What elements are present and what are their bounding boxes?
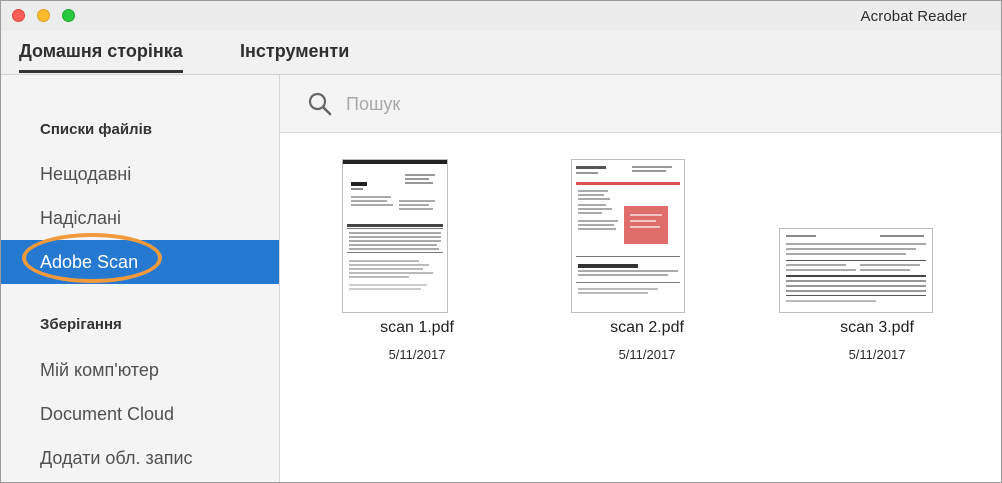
sidebar-item-add-account[interactable]: Додати обл. запис: [1, 436, 279, 480]
sidebar-item-my-computer[interactable]: Мій комп'ютер: [1, 348, 279, 392]
document-page-icon: [786, 235, 926, 302]
minimize-window-button[interactable]: [37, 9, 50, 22]
tab-tools[interactable]: Інструменти: [240, 41, 349, 62]
file-thumbnail-frame: [317, 157, 517, 313]
pdf-thumbnail[interactable]: [571, 159, 685, 313]
title-bar[interactable]: Acrobat Reader: [1, 1, 1001, 31]
pdf-thumbnail[interactable]: [342, 159, 448, 313]
file-date: 5/11/2017: [388, 347, 446, 362]
zoom-window-button[interactable]: [62, 9, 75, 22]
tab-home[interactable]: Домашня сторінка: [19, 41, 183, 73]
sidebar-item-recent[interactable]: Нещодавні: [1, 152, 279, 196]
file-tile-scan-3[interactable]: scan 3.pdf 5/11/2017: [777, 157, 977, 362]
file-thumbnail-frame: [777, 157, 977, 313]
document-page-icon: [576, 166, 680, 294]
tab-bar: Домашня сторінка Інструменти: [1, 31, 1001, 75]
file-date: 5/11/2017: [618, 347, 676, 362]
file-tile-scan-2[interactable]: scan 2.pdf 5/11/2017: [547, 157, 747, 362]
file-name: scan 1.pdf: [380, 319, 454, 336]
pdf-thumbnail[interactable]: [779, 228, 933, 313]
file-name: scan 3.pdf: [840, 319, 914, 336]
storage-heading: Зберігання: [40, 316, 122, 333]
search-icon[interactable]: [307, 91, 333, 117]
document-page-icon: [343, 160, 447, 290]
sidebar-item-label: Надіслані: [40, 208, 121, 228]
app-title: Acrobat Reader: [860, 8, 967, 25]
sidebar-item-label: Document Cloud: [40, 404, 175, 424]
sidebar-item-adobe-scan[interactable]: Adobe Scan: [1, 240, 279, 284]
acrobat-window: Acrobat Reader Домашня сторінка Інструме…: [0, 0, 1002, 483]
file-tile-scan-1[interactable]: scan 1.pdf 5/11/2017: [317, 157, 517, 362]
file-date: 5/11/2017: [848, 347, 906, 362]
sidebar: Списки файлів Нещодавні Надіслані Adobe …: [1, 75, 280, 482]
sidebar-item-label: Додати обл. запис: [40, 448, 193, 468]
file-thumbnail-frame: [547, 157, 747, 313]
close-window-button[interactable]: [12, 9, 25, 22]
sidebar-item-shared[interactable]: Надіслані: [1, 196, 279, 240]
file-lists-heading: Списки файлів: [40, 121, 152, 138]
main-panel: scan 1.pdf 5/11/2017: [280, 75, 1001, 482]
file-name: scan 2.pdf: [610, 319, 684, 336]
search-input[interactable]: [346, 89, 746, 119]
sidebar-item-document-cloud[interactable]: Document Cloud: [1, 392, 279, 436]
sidebar-item-label: Нещодавні: [40, 164, 132, 184]
search-bar: [280, 75, 1001, 133]
sidebar-item-label: Мій комп'ютер: [40, 360, 159, 380]
sidebar-item-label: Adobe Scan: [40, 252, 139, 272]
